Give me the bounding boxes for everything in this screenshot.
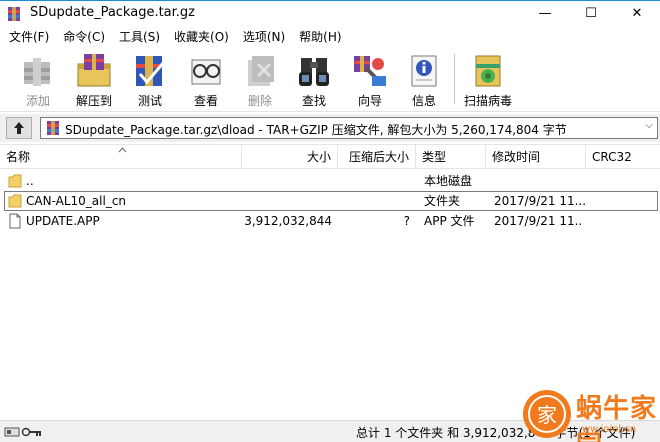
item-name: UPDATE.APP — [26, 214, 100, 228]
list-header: 名称 大小 压缩后大小 类型 修改时间 CRC32 — [0, 145, 660, 169]
test-icon — [136, 56, 166, 86]
add-label: 添加 — [25, 94, 50, 108]
item-packed: ? — [403, 214, 410, 228]
close-icon: ✕ — [631, 6, 643, 21]
window-title: SDupdate_Package.tar.gz — [30, 5, 196, 20]
test-label: 测试 — [137, 94, 162, 108]
find-button[interactable]: 查找 — [286, 50, 342, 110]
file-list: 名称 大小 压缩后大小 类型 修改时间 CRC32 .. 本地磁盘 CAN-AL… — [0, 144, 660, 420]
column-name-label: 名称 — [6, 150, 31, 164]
close-button[interactable]: ✕ — [614, 1, 660, 26]
test-button[interactable]: 测试 — [122, 50, 178, 110]
folder-up-icon — [8, 174, 22, 188]
minimize-button[interactable]: — — [522, 1, 568, 26]
find-icon — [299, 58, 329, 86]
delete-button[interactable]: 删除 — [232, 50, 288, 110]
item-type: 文件夹 — [424, 194, 461, 208]
virus-scan-button[interactable]: 扫描病毒 — [460, 50, 516, 110]
column-header-type[interactable]: 类型 — [416, 145, 486, 169]
file-icon — [9, 213, 21, 229]
view-label: 查看 — [193, 94, 218, 108]
extract-to-label: 解压到 — [75, 94, 112, 108]
archive-icon — [47, 121, 59, 135]
item-size: 3,912,032,844 — [244, 214, 332, 228]
column-header-crc[interactable]: CRC32 — [586, 145, 660, 169]
add-icon — [24, 58, 50, 86]
list-item[interactable]: CAN-AL10_all_cn 文件夹 2017/9/21 11... — [4, 191, 658, 211]
maximize-icon: ☐ — [585, 6, 597, 21]
wizard-button[interactable]: 向导 — [342, 50, 398, 110]
info-icon — [411, 55, 437, 87]
column-header-packed[interactable]: 压缩后大小 — [338, 145, 416, 169]
path-field[interactable]: SDupdate_Package.tar.gz\dload - TAR+GZIP… — [40, 117, 658, 139]
list-item[interactable]: .. 本地磁盘 — [0, 171, 660, 191]
menu-favorites[interactable]: 收藏夹(O) — [167, 27, 236, 47]
item-type: 本地磁盘 — [424, 174, 473, 188]
wizard-label: 向导 — [357, 94, 382, 108]
watermark-url: ww.ioiol.cn — [582, 424, 637, 435]
view-icon — [191, 59, 221, 85]
watermark-badge: 家 — [537, 403, 557, 427]
title-bar: SDupdate_Package.tar.gz — ☐ ✕ — [0, 0, 660, 26]
menu-file[interactable]: 文件(F) — [2, 27, 56, 47]
winrar-app-icon[interactable] — [6, 6, 22, 22]
path-text: SDupdate_Package.tar.gz\dload - TAR+GZIP… — [65, 123, 567, 137]
column-header-size[interactable]: 大小 — [242, 145, 338, 169]
wizard-icon — [354, 56, 386, 86]
info-button[interactable]: 信息 — [396, 50, 452, 110]
virus-scan-label: 扫描病毒 — [463, 94, 512, 108]
toolbar-separator — [454, 54, 455, 104]
up-folder-button[interactable] — [6, 117, 32, 139]
virus-scan-icon — [475, 55, 501, 87]
menu-bar: 文件(F) 命令(C) 工具(S) 收藏夹(O) 选项(N) 帮助(H) — [0, 26, 660, 48]
folder-icon — [8, 194, 22, 208]
up-arrow-icon — [14, 122, 24, 134]
watermark: 家 蜗牛家园 ww.ioiol.cn — [518, 384, 660, 442]
item-name: CAN-AL10_all_cn — [26, 194, 127, 208]
address-bar: SDupdate_Package.tar.gz\dload - TAR+GZIP… — [0, 114, 660, 142]
column-header-modified[interactable]: 修改时间 — [486, 145, 586, 169]
maximize-button[interactable]: ☐ — [568, 1, 614, 26]
toolbar: 添加 解压到 测试 查看 删除 查找 向导 信息 扫描病毒 — [0, 48, 660, 112]
snail-logo-icon: 家 — [523, 390, 571, 438]
item-type: APP 文件 — [424, 214, 475, 228]
add-button[interactable]: 添加 — [10, 50, 66, 110]
find-label: 查找 — [301, 94, 326, 108]
view-button[interactable]: 查看 — [178, 50, 234, 110]
delete-label: 删除 — [247, 94, 272, 108]
menu-commands[interactable]: 命令(C) — [56, 27, 112, 47]
item-name: .. — [26, 174, 34, 188]
menu-help[interactable]: 帮助(H) — [292, 27, 348, 47]
minimize-icon: — — [538, 6, 552, 21]
extract-to-icon — [77, 54, 111, 87]
info-label: 信息 — [411, 94, 436, 108]
extract-to-button[interactable]: 解压到 — [66, 50, 122, 110]
path-dropdown-icon[interactable]: ⌵ — [645, 120, 653, 131]
list-item[interactable]: UPDATE.APP 3,912,032,844 ? APP 文件 2017/9… — [0, 211, 660, 231]
item-modified: 2017/9/21 11... — [494, 214, 582, 228]
drive-key-icon — [4, 427, 41, 437]
item-modified: 2017/9/21 11... — [494, 194, 586, 208]
menu-options[interactable]: 选项(N) — [236, 27, 292, 47]
delete-icon — [248, 56, 274, 86]
sort-ascending-icon — [118, 147, 127, 153]
column-header-name[interactable]: 名称 — [0, 145, 242, 169]
menu-tools[interactable]: 工具(S) — [112, 27, 167, 47]
